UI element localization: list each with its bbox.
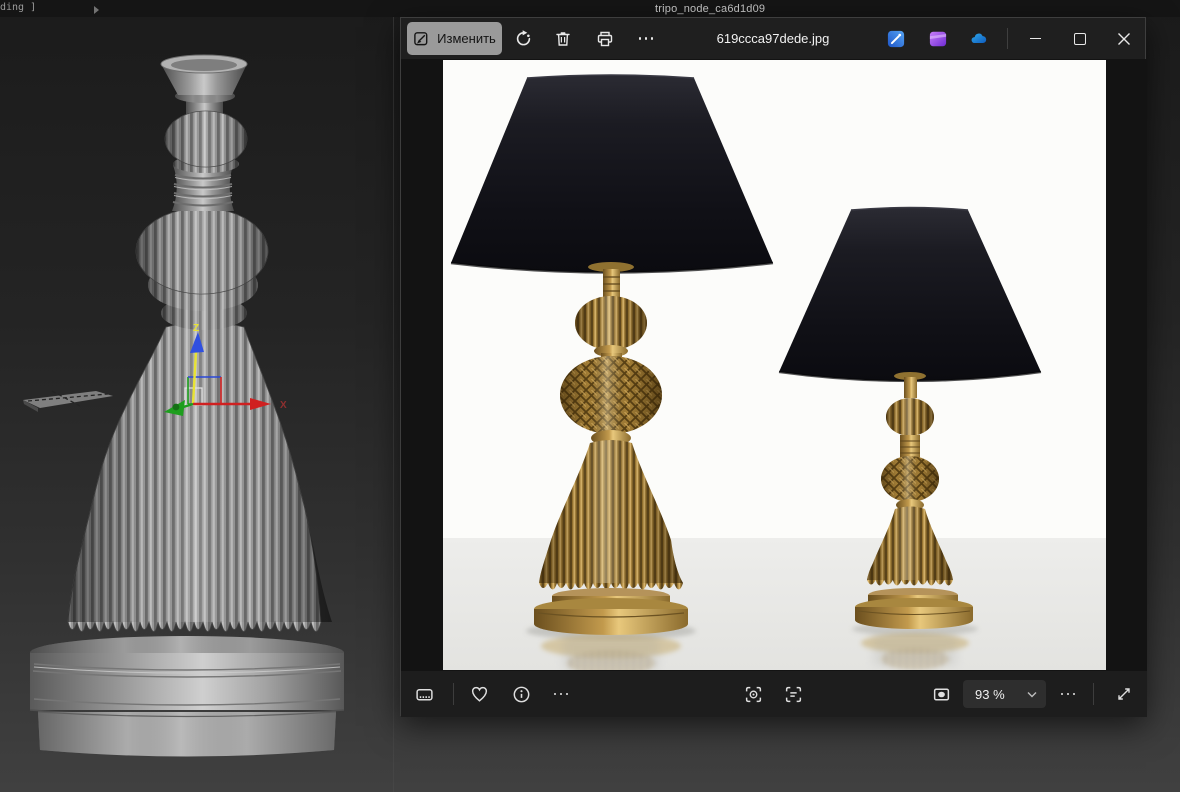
designer-icon bbox=[887, 30, 905, 48]
maximize-icon bbox=[1074, 32, 1086, 45]
photo-canvas-area[interactable] bbox=[401, 59, 1147, 671]
onedrive-icon bbox=[971, 33, 987, 44]
visual-search-button[interactable] bbox=[736, 677, 770, 711]
titlebar-separator bbox=[1007, 28, 1008, 49]
more-icon bbox=[1060, 692, 1076, 696]
max-viewport-3d-model[interactable]: Z X bbox=[0, 0, 400, 792]
more-icon bbox=[638, 37, 654, 40]
zoom-fit-icon bbox=[933, 687, 949, 701]
favorite-button[interactable] bbox=[462, 677, 496, 711]
statusbar-separator-left bbox=[453, 683, 454, 705]
edit-icon bbox=[414, 32, 428, 46]
maximize-button[interactable] bbox=[1058, 18, 1102, 59]
close-icon bbox=[1118, 32, 1130, 45]
desktop: tripo_node_ca6d1d09 ding ] Z X Изменить … bbox=[0, 0, 1180, 792]
fullscreen-icon bbox=[1118, 688, 1130, 700]
model-base-plinth[interactable] bbox=[29, 636, 345, 757]
zoom-fit-button[interactable] bbox=[924, 677, 958, 711]
text-actions-button[interactable] bbox=[776, 677, 810, 711]
statusbar-more-right-button[interactable] bbox=[1051, 677, 1085, 711]
titlebar-more-button[interactable] bbox=[629, 23, 663, 54]
print-icon bbox=[597, 31, 613, 46]
photos-statusbar: 93 % bbox=[401, 671, 1147, 717]
delete-icon bbox=[556, 31, 570, 46]
info-icon bbox=[513, 686, 529, 702]
max-window-title: tripo_node_ca6d1d09 bbox=[655, 3, 766, 15]
model-gourd-section[interactable] bbox=[135, 207, 269, 330]
model-ribbed-ball[interactable] bbox=[164, 93, 248, 173]
photos-window: Изменить 619ccca97dede.jpg 93 % bbox=[400, 17, 1147, 717]
text-actions-icon bbox=[785, 686, 801, 702]
designer-button[interactable] bbox=[881, 24, 911, 54]
edit-button[interactable]: Изменить bbox=[407, 22, 502, 55]
fullscreen-button[interactable] bbox=[1107, 677, 1141, 711]
filmstrip-icon bbox=[415, 688, 433, 701]
zoom-level-dropdown[interactable]: 93 % bbox=[963, 680, 1046, 708]
minimize-icon bbox=[1029, 37, 1041, 40]
gizmo-x-label: X bbox=[280, 400, 287, 411]
delete-button[interactable] bbox=[546, 23, 580, 54]
onedrive-button[interactable] bbox=[963, 24, 993, 54]
model-top-cup[interactable] bbox=[160, 54, 248, 103]
rotate-icon bbox=[516, 30, 530, 46]
photo-image[interactable] bbox=[443, 60, 1106, 670]
print-button[interactable] bbox=[588, 23, 622, 54]
minimize-button[interactable] bbox=[1013, 18, 1057, 59]
gizmo-z-label: Z bbox=[193, 323, 199, 334]
photos-titlebar: Изменить 619ccca97dede.jpg bbox=[401, 18, 1145, 59]
statusbar-separator-right bbox=[1093, 683, 1094, 705]
chevron-down-icon bbox=[1027, 691, 1037, 697]
visual-search-icon bbox=[745, 686, 761, 702]
rotate-button[interactable] bbox=[506, 23, 540, 54]
edit-button-label: Изменить bbox=[437, 31, 496, 46]
filmstrip-toggle-button[interactable] bbox=[407, 677, 441, 711]
zoom-level-value: 93 % bbox=[975, 686, 1005, 702]
favorite-icon bbox=[471, 686, 487, 702]
model-bell-body[interactable] bbox=[67, 322, 332, 632]
close-button[interactable] bbox=[1102, 18, 1146, 59]
more-icon bbox=[553, 692, 569, 696]
clipchamp-icon bbox=[929, 31, 947, 47]
clipchamp-button[interactable] bbox=[923, 24, 953, 54]
info-button[interactable] bbox=[504, 677, 538, 711]
plane-helper-object[interactable] bbox=[23, 390, 113, 412]
statusbar-more-left-button[interactable] bbox=[544, 677, 578, 711]
